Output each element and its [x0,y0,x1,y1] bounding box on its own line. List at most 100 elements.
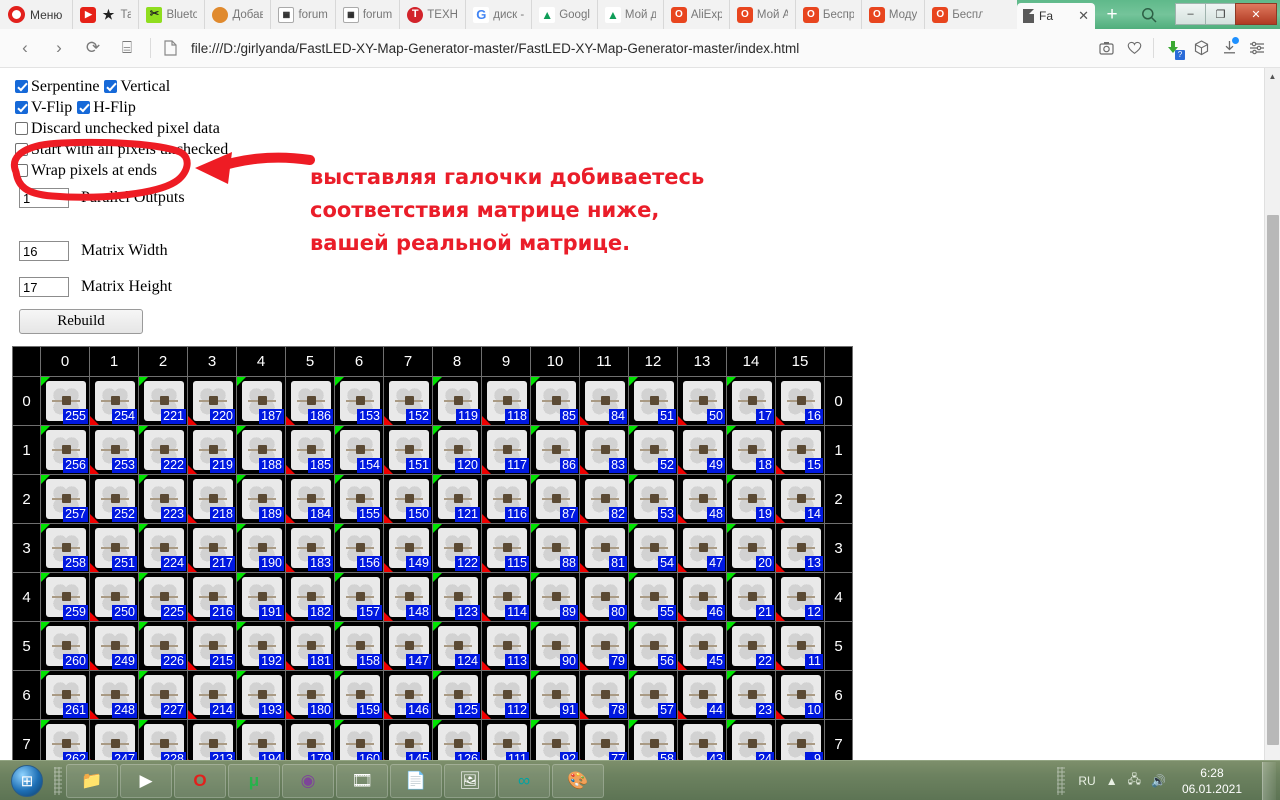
led-cell[interactable]: 258 [40,523,90,573]
checkbox-start-with-all-pixels-unchecked[interactable] [15,143,28,156]
led-cell[interactable]: 113 [481,621,531,671]
led-cell[interactable]: 56 [628,621,678,671]
led-cell[interactable]: 91 [530,670,580,720]
active-tab[interactable]: Fa ✕ [1017,3,1095,29]
clock[interactable]: 6:28 06.01.2021 [1176,765,1248,797]
led-cell[interactable]: 220 [187,376,237,426]
led-cell[interactable]: 48 [677,474,727,524]
led-cell[interactable]: 185 [285,425,335,475]
led-cell[interactable]: 87 [530,474,580,524]
led-cell[interactable]: 23 [726,670,776,720]
led-cell[interactable]: 218 [187,474,237,524]
snapshot-icon[interactable] [1093,35,1119,61]
led-cell[interactable]: 148 [383,572,433,622]
led-cell[interactable]: 189 [236,474,286,524]
led-cell[interactable]: 15 [775,425,825,475]
led-cell[interactable]: 186 [285,376,335,426]
close-window-button[interactable]: ✕ [1235,3,1277,25]
speed-dial-icon[interactable]: ⌸ [110,33,144,63]
led-cell[interactable]: 145 [383,719,433,760]
led-cell[interactable]: 213 [187,719,237,760]
maximize-button[interactable]: ❐ [1205,3,1235,25]
led-cell[interactable]: 9 [775,719,825,760]
heart-icon[interactable] [1121,35,1147,61]
led-cell[interactable]: 117 [481,425,531,475]
page-scrollbar[interactable]: ▲ [1264,68,1280,760]
taskbar-item-utorrent[interactable]: μ [228,763,280,798]
led-cell[interactable]: 81 [579,523,629,573]
led-cell[interactable]: 45 [677,621,727,671]
led-cell[interactable]: 150 [383,474,433,524]
pinned-tab-forum-2[interactable]: ▦ forum [334,0,399,29]
taskbar-item-tor-browser[interactable]: ◉ [282,763,334,798]
led-cell[interactable]: 18 [726,425,776,475]
led-cell[interactable]: 22 [726,621,776,671]
led-cell[interactable]: 85 [530,376,580,426]
led-cell[interactable]: 257 [40,474,90,524]
led-cell[interactable]: 249 [89,621,139,671]
led-cell[interactable]: 17 [726,376,776,426]
tab-search-icon[interactable] [1129,0,1169,29]
checkbox-serpentine[interactable] [15,80,28,93]
start-button[interactable]: ⊞ [3,764,51,798]
taskbar-item-video-editor[interactable]: 🎞 [336,763,388,798]
led-cell[interactable]: 88 [530,523,580,573]
led-cell[interactable]: 77 [579,719,629,760]
scroll-up-icon[interactable]: ▲ [1265,68,1280,84]
led-cell[interactable]: 190 [236,523,286,573]
led-cell[interactable]: 194 [236,719,286,760]
led-cell[interactable]: 155 [334,474,384,524]
led-cell[interactable]: 89 [530,572,580,622]
downloads-icon[interactable] [1216,35,1242,61]
led-cell[interactable]: 262 [40,719,90,760]
extensions-icon[interactable] [1188,35,1214,61]
led-cell[interactable]: 90 [530,621,580,671]
reload-icon[interactable]: ⟳ [76,33,110,63]
led-cell[interactable]: 92 [530,719,580,760]
led-cell[interactable]: 226 [138,621,188,671]
led-cell[interactable]: 44 [677,670,727,720]
led-cell[interactable]: 217 [187,523,237,573]
led-cell[interactable]: 43 [677,719,727,760]
led-cell[interactable]: 122 [432,523,482,573]
led-cell[interactable]: 159 [334,670,384,720]
led-cell[interactable]: 256 [40,425,90,475]
led-cell[interactable]: 21 [726,572,776,622]
taskbar-item-opera[interactable]: O [174,763,226,798]
led-cell[interactable]: 24 [726,719,776,760]
led-cell[interactable]: 147 [383,621,433,671]
led-cell[interactable]: 193 [236,670,286,720]
led-cell[interactable]: 82 [579,474,629,524]
led-cell[interactable]: 153 [334,376,384,426]
led-cell[interactable]: 146 [383,670,433,720]
led-cell[interactable]: 248 [89,670,139,720]
close-icon[interactable]: ✕ [1078,8,1089,24]
led-cell[interactable]: 259 [40,572,90,622]
address-bar[interactable]: file:///D:/girlyanda/FastLED-XY-Map-Gene… [183,41,1093,56]
pinned-tab-google-drive-2[interactable]: ▲ Мой д [596,0,663,29]
led-cell[interactable]: 13 [775,523,825,573]
led-cell[interactable]: 151 [383,425,433,475]
checkbox-h-flip[interactable] [77,101,91,114]
taskbar-item-file-explorer[interactable]: 📁 [66,763,118,798]
matrix-height-input[interactable] [19,277,69,297]
led-cell[interactable]: 261 [40,670,90,720]
led-cell[interactable]: 119 [432,376,482,426]
led-cell[interactable]: 179 [285,719,335,760]
led-cell[interactable]: 49 [677,425,727,475]
led-cell[interactable]: 247 [89,719,139,760]
led-cell[interactable]: 125 [432,670,482,720]
new-tab-button[interactable]: + [1095,0,1129,29]
pinned-tab-bespl[interactable]: O Беспл [924,0,990,29]
led-cell[interactable]: 250 [89,572,139,622]
led-cell[interactable]: 252 [89,474,139,524]
pinned-tab-moy-a[interactable]: O Мой А [728,0,795,29]
taskbar-item-arduino-ide[interactable]: ∞ [498,763,550,798]
led-cell[interactable]: 55 [628,572,678,622]
led-cell[interactable]: 111 [481,719,531,760]
pinned-tab-youtube[interactable]: ▶ ★ Так [72,0,138,29]
led-cell[interactable]: 184 [285,474,335,524]
network-icon[interactable]: 🖧 [1128,770,1141,791]
taskbar-item-paint[interactable]: 🎨 [552,763,604,798]
led-cell[interactable]: 188 [236,425,286,475]
